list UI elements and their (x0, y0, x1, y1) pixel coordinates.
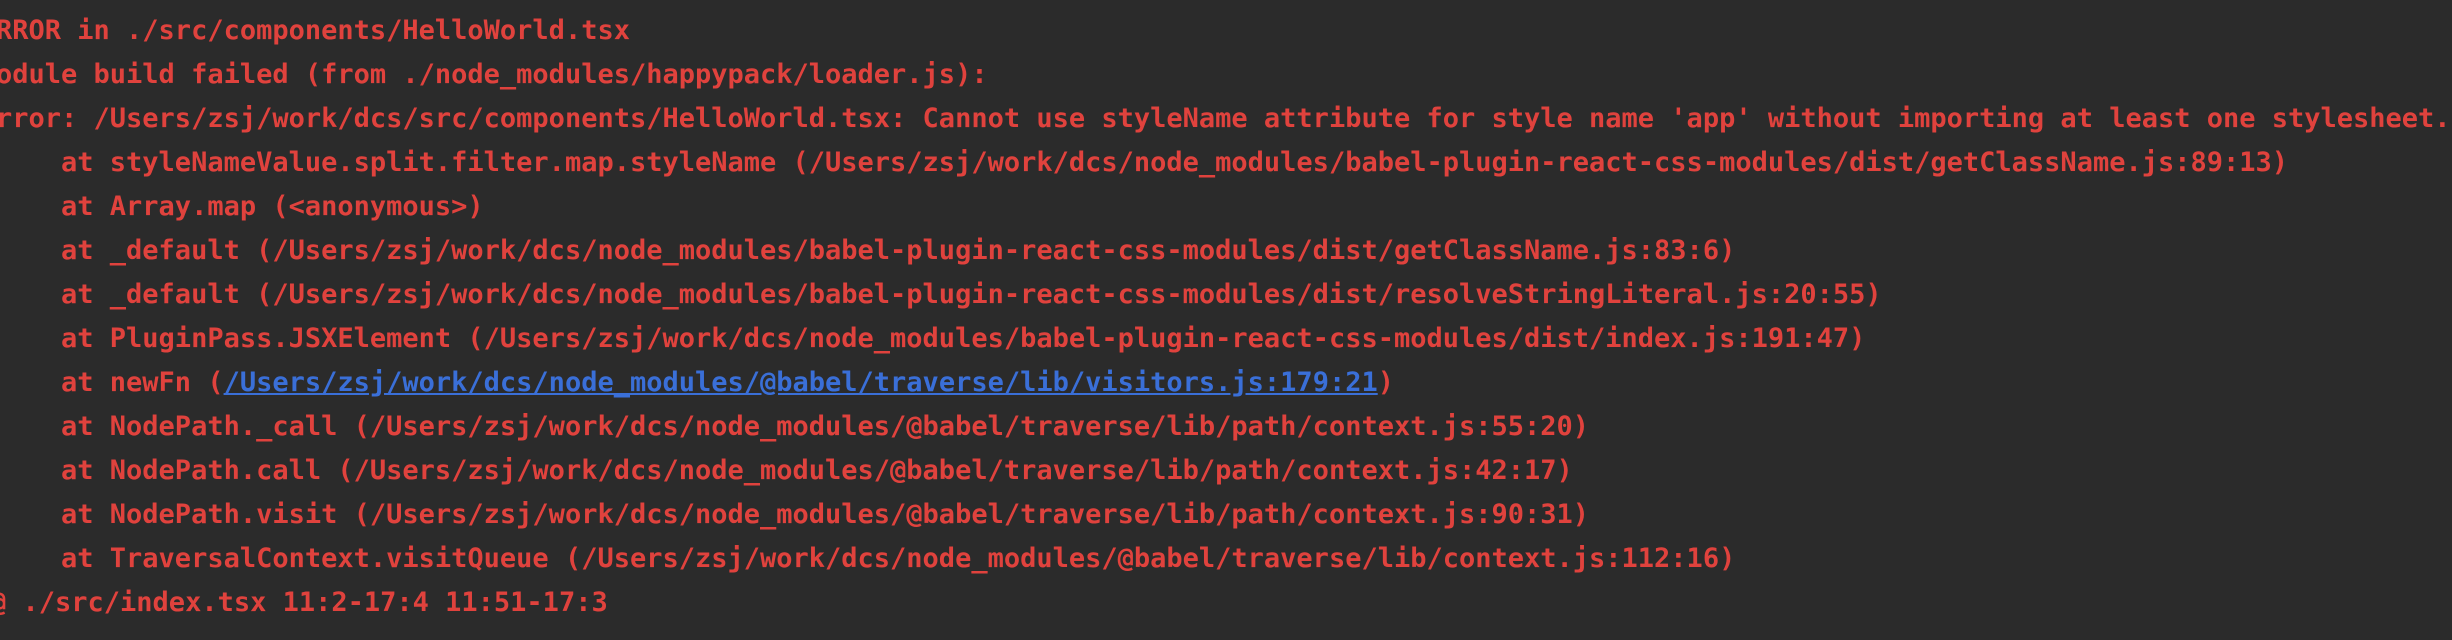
stack-frame-line: at _default (/Users/zsj/work/dcs/node_mo… (0, 279, 1882, 310)
stack-frame-line: at TraversalContext.visitQueue (/Users/z… (0, 543, 1736, 574)
error-header-line: RROR in ./src/components/HelloWorld.tsx (0, 15, 630, 46)
stack-frame-line: at styleNameValue.split.filter.map.style… (0, 147, 2289, 178)
error-message-line: rror: /Users/zsj/work/dcs/src/components… (0, 103, 2451, 134)
stack-frame-line: at _default (/Users/zsj/work/dcs/node_mo… (0, 235, 1736, 266)
file-path-link[interactable]: /Users/zsj/work/dcs/node_modules/@babel/… (224, 367, 1378, 398)
stack-frame-prefix: at newFn ( (0, 367, 224, 398)
stack-frame-line: at NodePath.visit (/Users/zsj/work/dcs/n… (0, 499, 1590, 530)
stack-frame-line: at PluginPass.JSXElement (/Users/zsj/wor… (0, 323, 1866, 354)
stack-frame-line: at NodePath._call (/Users/zsj/work/dcs/n… (0, 411, 1590, 442)
stack-frame-line: at NodePath.call (/Users/zsj/work/dcs/no… (0, 455, 1573, 486)
stack-frame-line-with-link: at newFn (/Users/zsj/work/dcs/node_modul… (0, 361, 1394, 405)
stack-frame-line: at Array.map (<anonymous>) (0, 191, 484, 222)
terminal-output: RROR in ./src/components/HelloWorld.tsx … (0, 0, 2452, 640)
stack-frame-suffix: ) (1377, 367, 1394, 398)
module-build-failed-line: odule build failed (from ./node_modules/… (0, 59, 988, 90)
entry-point-line: @ ./src/index.tsx 11:2-17:4 11:51-17:3 (0, 587, 608, 618)
